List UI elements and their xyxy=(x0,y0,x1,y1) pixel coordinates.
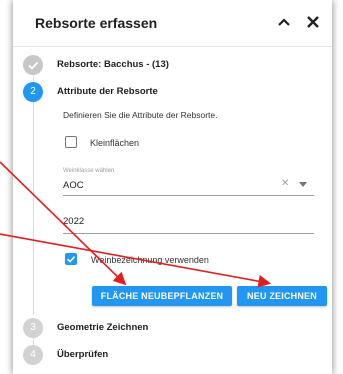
step-label: Geometrie Zeichnen xyxy=(57,322,149,333)
neu-zeichnen-button[interactable]: NEU ZEICHNEN xyxy=(237,286,327,306)
check-icon xyxy=(28,61,39,70)
year-input[interactable]: 2022 xyxy=(63,216,84,227)
step-label: Überprüfen xyxy=(57,349,109,360)
side-panel: Rebsorte erfassen Rebsorte: Bacchus - (1… xyxy=(13,0,332,374)
check-icon xyxy=(66,255,75,263)
kleinflaechen-label: Kleinflächen xyxy=(90,138,140,148)
chevron-up-icon xyxy=(278,18,290,26)
flaeche-neubepflanzen-button[interactable]: FLÄCHE NEUBEPFLANZEN xyxy=(92,286,232,306)
panel-header: Rebsorte erfassen xyxy=(13,0,332,47)
weinklasse-select[interactable]: AOC xyxy=(63,180,84,191)
year-underline xyxy=(63,233,314,234)
step-description: Definieren Sie die Attribute der Rebsort… xyxy=(63,110,218,120)
dropdown-caret-icon[interactable] xyxy=(299,182,307,187)
step-done-badge xyxy=(23,55,43,75)
select-underline xyxy=(63,195,314,196)
panel-title: Rebsorte erfassen xyxy=(35,15,158,31)
step-number-badge: 4 xyxy=(23,345,43,365)
weinbezeichnung-checkbox[interactable] xyxy=(65,253,77,265)
kleinflaechen-checkbox[interactable] xyxy=(65,136,77,148)
weinbezeichnung-label: Weinbezeichnung verwenden xyxy=(91,255,209,265)
step-number-badge: 2 xyxy=(23,82,43,102)
weinklasse-caption: Weinklasse wählen xyxy=(63,168,115,174)
close-button[interactable] xyxy=(303,12,323,32)
step-number-badge: 3 xyxy=(23,318,43,338)
close-icon xyxy=(307,16,319,28)
collapse-button[interactable] xyxy=(274,12,294,32)
step-connector xyxy=(33,102,34,314)
clear-icon[interactable]: ✕ xyxy=(281,178,289,189)
step-label: Rebsorte: Bacchus - (13) xyxy=(57,59,169,70)
step-label: Attribute der Rebsorte xyxy=(57,86,158,97)
